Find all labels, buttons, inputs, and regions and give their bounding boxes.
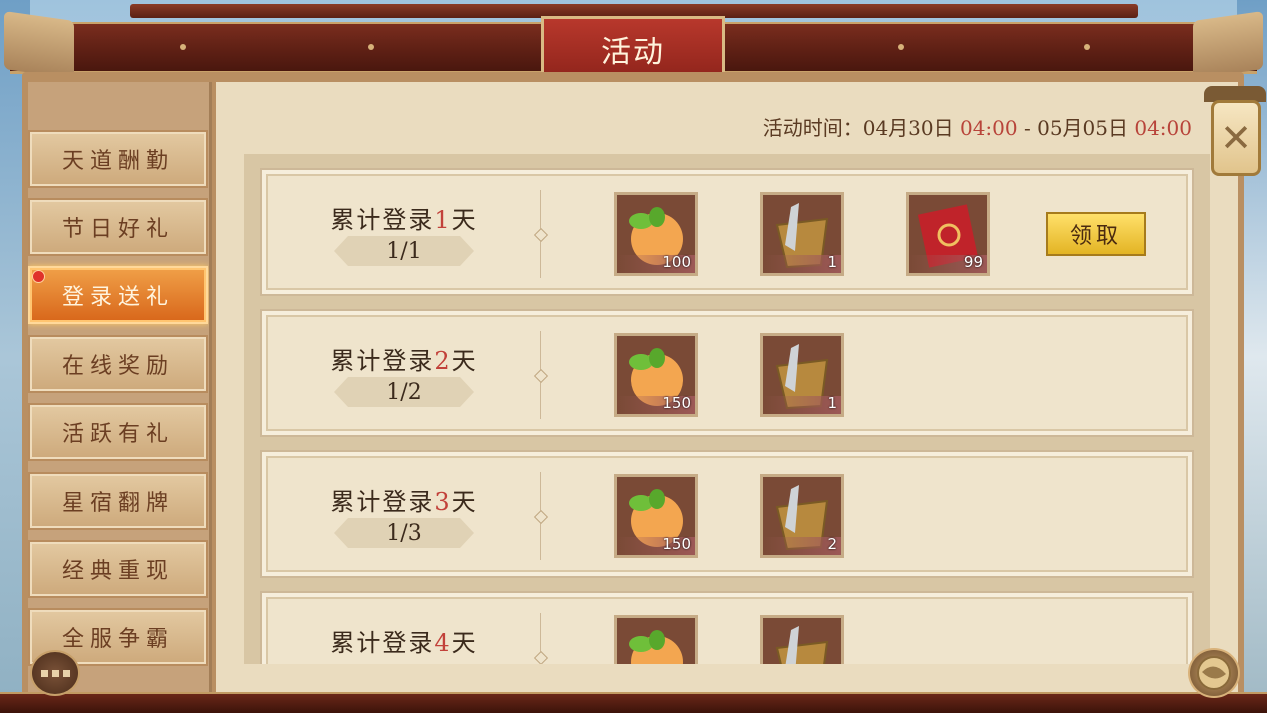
reward-progress: 1/3 <box>334 518 474 548</box>
reward-title-suffix: 天 <box>451 629 478 657</box>
sidebar-item-active-gift[interactable]: 活跃有礼 <box>28 403 208 461</box>
reward-item[interactable]: 150 <box>614 474 698 558</box>
reward-item[interactable]: 99 <box>906 192 990 276</box>
reward-row: 累计登录1天 1/1 100 1 99 领取 <box>260 168 1194 296</box>
world-map-icon <box>1197 656 1231 690</box>
reward-row: 累计登录4天 <box>260 591 1194 664</box>
chat-icon <box>62 669 70 677</box>
reward-item[interactable]: 100 <box>614 192 698 276</box>
sidebar-item-label: 活跃有礼 <box>61 422 174 447</box>
reward-item[interactable]: 150 <box>614 333 698 417</box>
item-count: 150 <box>662 535 691 553</box>
reward-title-prefix: 累计登录 <box>330 347 435 375</box>
sidebar-item-label: 登录送礼 <box>61 285 174 310</box>
event-start-time: 04:00 <box>959 116 1018 140</box>
sidebar-item-label: 在线奖励 <box>61 354 174 379</box>
reward-item[interactable] <box>760 615 844 664</box>
notification-dot <box>32 270 45 283</box>
reward-item[interactable]: 2 <box>760 474 844 558</box>
beam-cap-right <box>1193 11 1263 79</box>
map-button[interactable] <box>1188 648 1240 698</box>
reward-list[interactable]: 累计登录1天 1/1 100 1 99 领取 累计登录2天 1/2 150 1 … <box>244 154 1210 664</box>
sidebar-item-label: 星宿翻牌 <box>61 491 174 516</box>
reward-day: 2 <box>434 347 452 375</box>
close-button[interactable]: ✕ <box>1211 100 1261 176</box>
peach-icon <box>629 630 683 664</box>
reward-item[interactable] <box>614 615 698 664</box>
sidebar-item-classic[interactable]: 经典重现 <box>28 540 208 598</box>
reward-title: 累计登录2天 <box>324 341 484 376</box>
item-count: 2 <box>827 535 837 553</box>
reward-title-prefix: 累计登录 <box>330 629 435 657</box>
sidebar[interactable]: 天道酬勤 节日好礼 登录送礼 在线奖励 活跃有礼 星宿翻牌 经典重现 全服争霸 <box>28 82 212 692</box>
sidebar-item-online-reward[interactable]: 在线奖励 <box>28 335 208 393</box>
reward-progress: 1/1 <box>334 236 474 266</box>
item-count: 100 <box>662 253 691 271</box>
sidebar-item-star-flip[interactable]: 星宿翻牌 <box>28 472 208 530</box>
divider-ornament <box>533 227 549 243</box>
reward-title-suffix: 天 <box>451 206 478 234</box>
reward-title: 累计登录1天 <box>324 200 484 235</box>
claim-button[interactable]: 领取 <box>1046 212 1146 256</box>
page-title: 活动 <box>601 35 665 70</box>
reward-item[interactable]: 1 <box>760 192 844 276</box>
sidebar-item-label: 天道酬勤 <box>61 149 174 174</box>
rivet <box>180 44 186 50</box>
item-count: 1 <box>827 394 837 412</box>
sidebar-item-label: 全服争霸 <box>61 627 174 652</box>
rivet <box>368 44 374 50</box>
sidebar-item-tiandao[interactable]: 天道酬勤 <box>28 130 208 188</box>
item-count: 150 <box>662 394 691 412</box>
sidebar-item-label: 经典重现 <box>61 559 174 584</box>
reward-title-prefix: 累计登录 <box>330 206 435 234</box>
beam-cap-left <box>4 11 74 79</box>
reward-title-prefix: 累计登录 <box>330 488 435 516</box>
chat-button[interactable] <box>30 650 80 696</box>
chat-icon <box>51 669 59 677</box>
reward-item[interactable]: 1 <box>760 333 844 417</box>
reward-row: 累计登录2天 1/2 150 1 <box>260 309 1194 437</box>
item-count: 99 <box>963 253 983 271</box>
reward-progress: 1/2 <box>334 377 474 407</box>
reward-day: 3 <box>434 488 452 516</box>
divider-ornament <box>533 650 549 664</box>
reward-title-suffix: 天 <box>451 488 478 516</box>
event-time-middle: - 05月05日 <box>1023 116 1128 140</box>
bottom-bar <box>0 692 1267 713</box>
reward-title: 累计登录4天 <box>324 623 484 658</box>
event-time-prefix: 活动时间：04月30日 <box>762 116 954 140</box>
reward-title: 累计登录3天 <box>324 482 484 517</box>
sidebar-item-holiday[interactable]: 节日好礼 <box>28 198 208 256</box>
reward-title-suffix: 天 <box>451 347 478 375</box>
divider-ornament <box>533 368 549 384</box>
reward-day: 1 <box>434 206 452 234</box>
basket-icon <box>775 626 829 664</box>
rivet <box>898 44 904 50</box>
sidebar-item-login-gift[interactable]: 登录送礼 <box>28 266 208 324</box>
event-time: 活动时间：04月30日 04:00 - 05月05日 04:00 <box>763 112 1192 141</box>
reward-day: 4 <box>434 629 452 657</box>
reward-row: 累计登录3天 1/3 150 2 <box>260 450 1194 578</box>
chat-icon <box>40 669 48 677</box>
divider-ornament <box>533 509 549 525</box>
event-end-time: 04:00 <box>1134 116 1192 140</box>
sidebar-item-label: 节日好礼 <box>61 217 174 242</box>
item-count: 1 <box>827 253 837 271</box>
rivet <box>1084 44 1090 50</box>
close-icon: ✕ <box>1220 116 1252 160</box>
